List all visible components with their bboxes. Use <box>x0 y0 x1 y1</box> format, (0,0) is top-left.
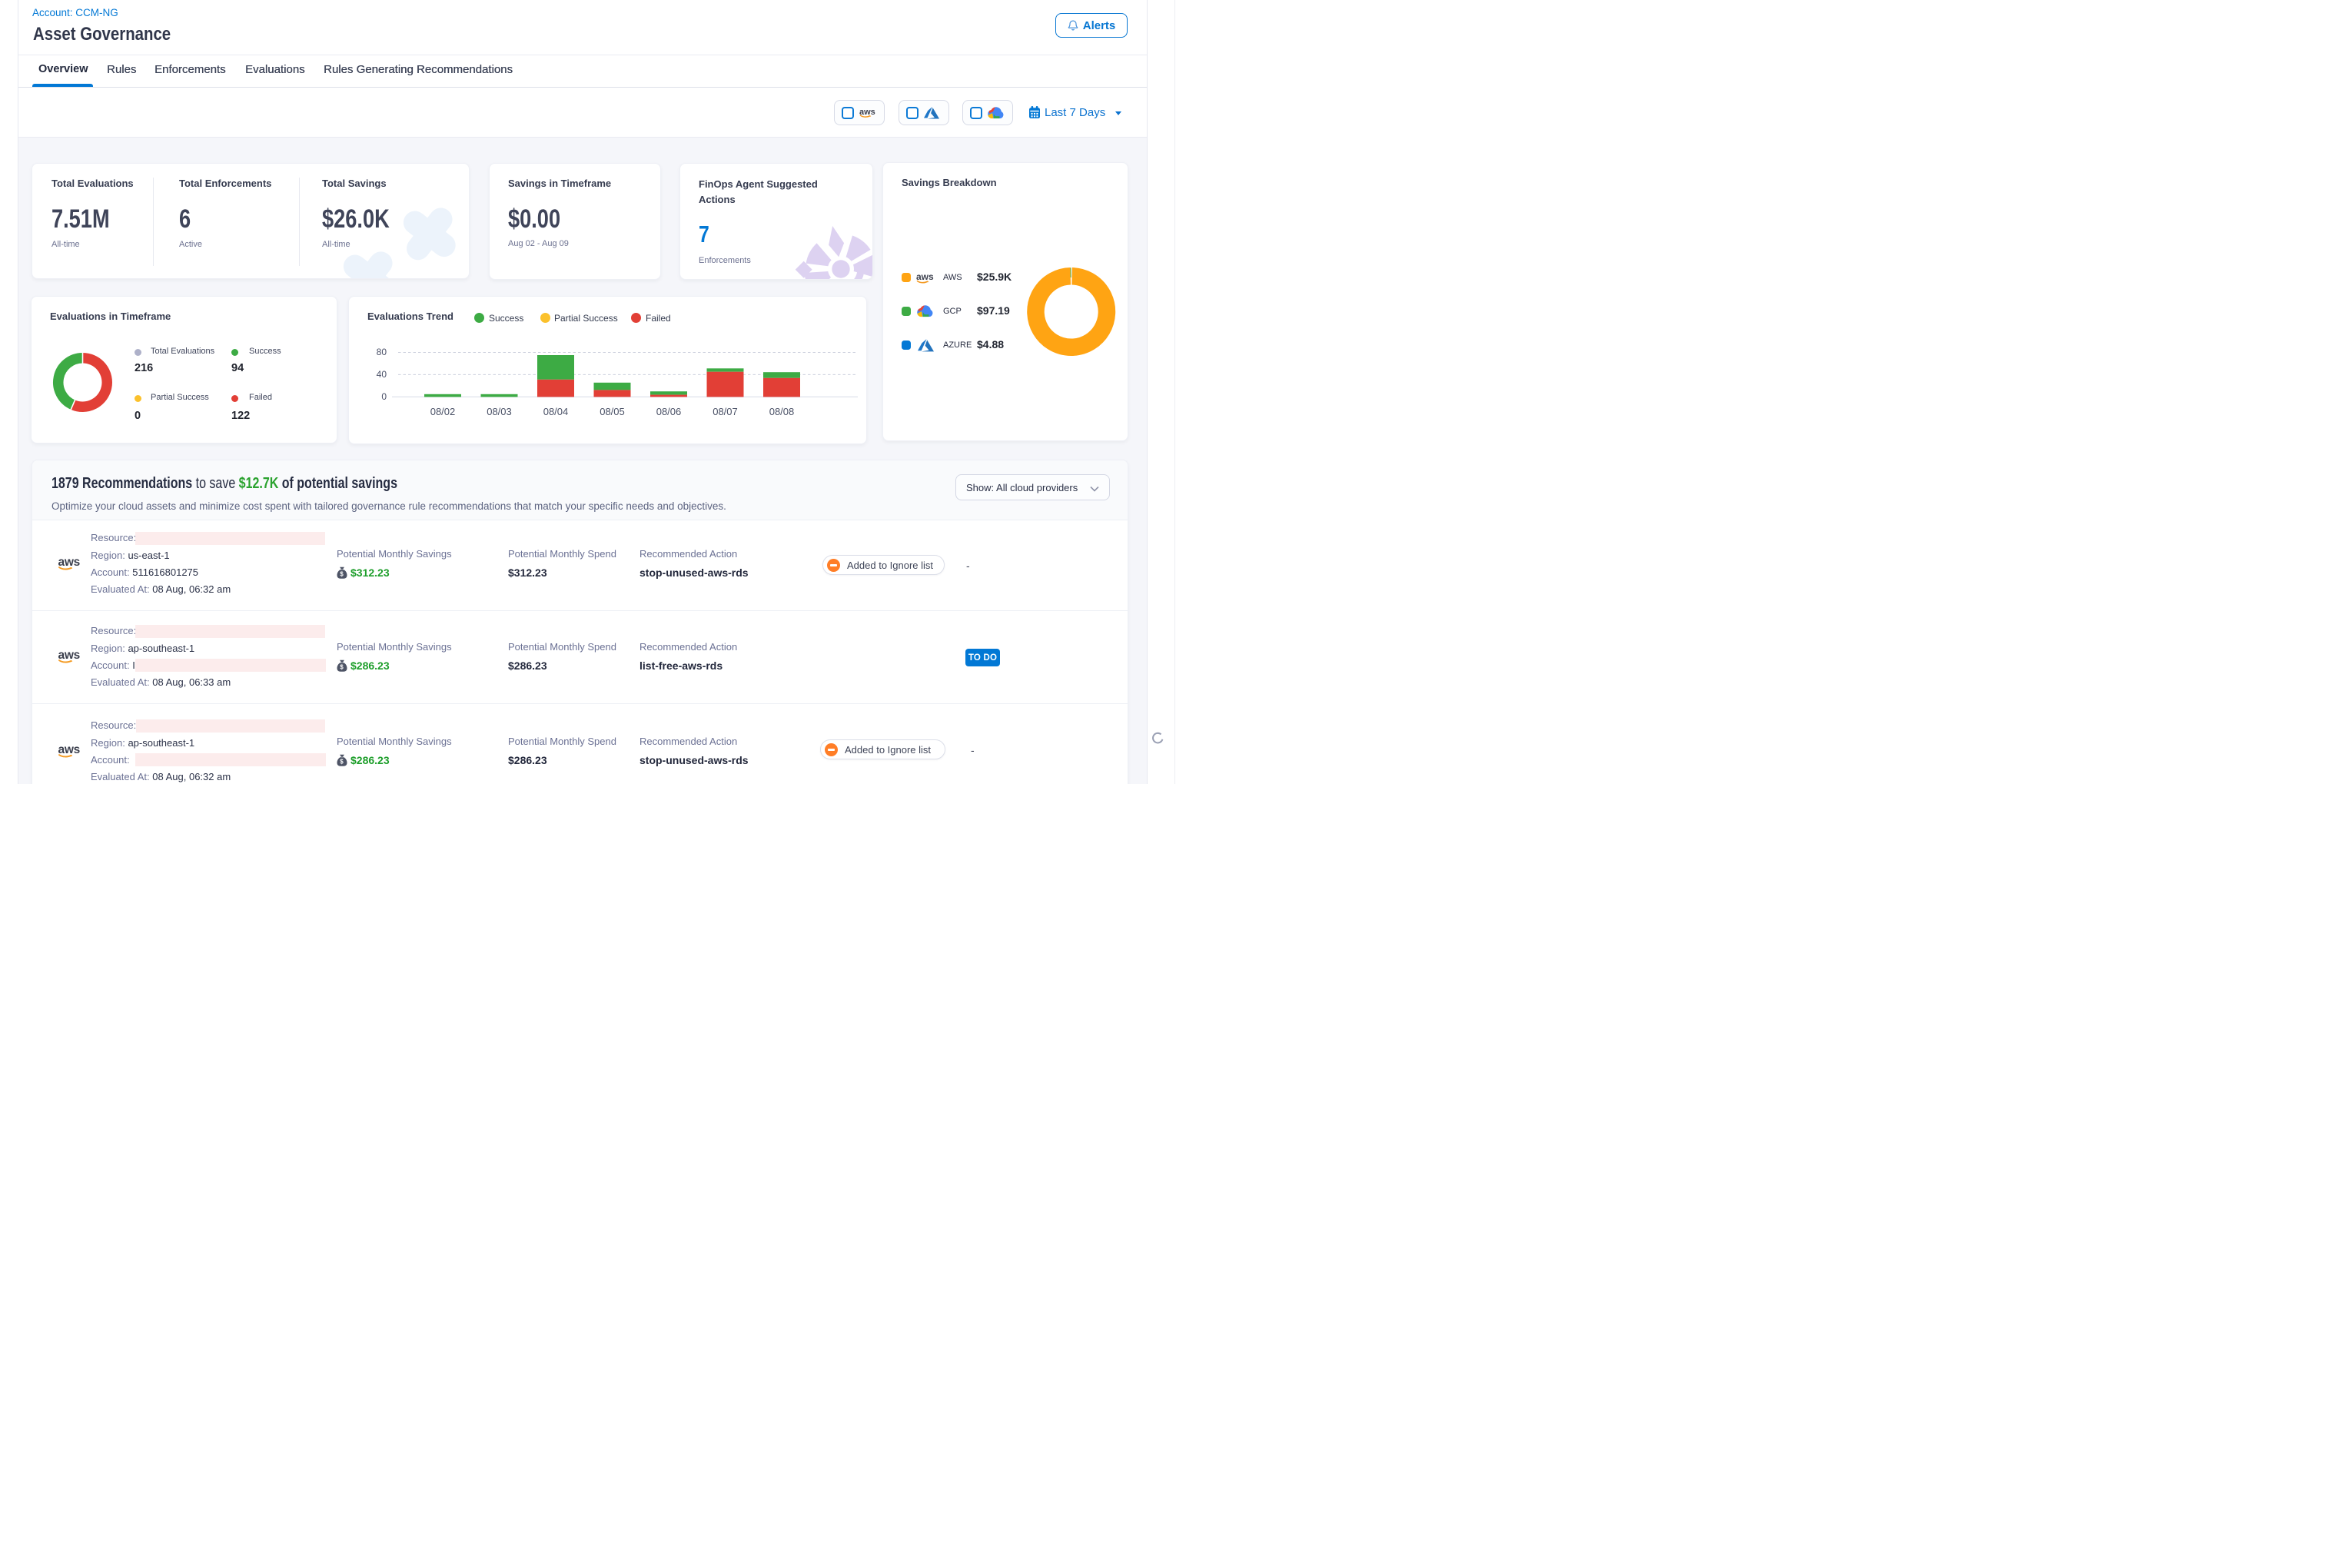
svg-text:aws: aws <box>916 271 934 282</box>
svg-text:08/03: 08/03 <box>487 406 512 417</box>
svg-text:aws: aws <box>859 108 875 117</box>
svg-text:08/06: 08/06 <box>656 406 682 417</box>
svg-text:08/07: 08/07 <box>713 406 738 417</box>
svg-text:$: $ <box>340 570 344 577</box>
svg-text:08/04: 08/04 <box>543 406 569 417</box>
svg-text:08/02: 08/02 <box>430 406 456 417</box>
svg-text:08/05: 08/05 <box>600 406 625 417</box>
svg-text:08/08: 08/08 <box>769 406 795 417</box>
svg-text:$: $ <box>340 663 344 670</box>
svg-text:0: 0 <box>381 391 387 402</box>
svg-text:80: 80 <box>377 347 387 357</box>
svg-text:$: $ <box>340 758 344 765</box>
svg-text:aws: aws <box>58 556 80 569</box>
svg-text:aws: aws <box>58 649 80 662</box>
svg-text:aws: aws <box>58 743 80 756</box>
svg-text:40: 40 <box>377 369 387 380</box>
